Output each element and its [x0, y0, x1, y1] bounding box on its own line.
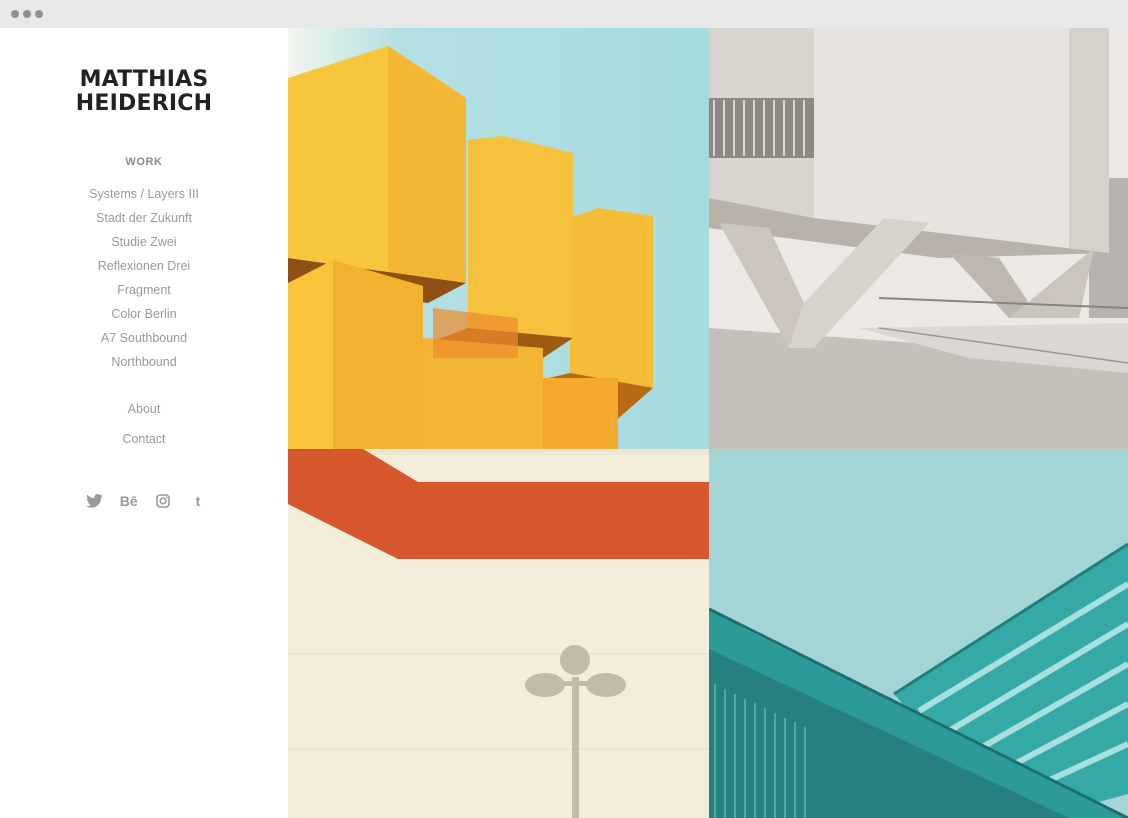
- nav-item-studie-zwei[interactable]: Studie Zwei: [0, 233, 288, 257]
- logo-line-2: HEIDERICH: [75, 91, 213, 116]
- sidebar: MATTHIAS HEIDERICH WORK Systems / Layers…: [0, 28, 288, 818]
- tumblr-icon[interactable]: t: [188, 492, 208, 510]
- logo-line-1: MATTHIAS: [79, 67, 209, 92]
- nav-item-color-berlin[interactable]: Color Berlin: [0, 305, 288, 329]
- gallery-image-yellow-cubes[interactable]: [288, 28, 709, 449]
- social-links: Bē t: [84, 492, 208, 510]
- teal-facade-photo: [709, 449, 1128, 818]
- orange-stripe-wall-photo: [288, 449, 709, 818]
- gallery-image-orange-stripe-wall[interactable]: [288, 449, 709, 818]
- close-window-button[interactable]: [11, 10, 19, 18]
- work-nav: Systems / Layers III Stadt der Zukunft S…: [0, 185, 288, 377]
- nav-item-fragment[interactable]: Fragment: [0, 281, 288, 305]
- yellow-cubes-photo: [288, 28, 709, 449]
- maximize-window-button[interactable]: [35, 10, 43, 18]
- gallery-image-teal-facade[interactable]: [709, 449, 1128, 818]
- window-controls: [11, 10, 43, 18]
- concrete-building-photo: [709, 28, 1128, 449]
- nav-item-reflexionen-drei[interactable]: Reflexionen Drei: [0, 257, 288, 281]
- nav-item-northbound[interactable]: Northbound: [0, 353, 288, 377]
- nav-item-stadt-der-zukunft[interactable]: Stadt der Zukunft: [0, 209, 288, 233]
- browser-titlebar: [0, 0, 1128, 28]
- behance-icon[interactable]: Bē: [119, 492, 139, 510]
- gallery-image-concrete-building[interactable]: [709, 28, 1128, 449]
- contact-link[interactable]: Contact: [0, 432, 288, 446]
- nav-item-a7-southbound[interactable]: A7 Southbound: [0, 329, 288, 353]
- about-link[interactable]: About: [0, 402, 288, 416]
- twitter-icon[interactable]: [84, 492, 104, 510]
- minimize-window-button[interactable]: [23, 10, 31, 18]
- work-heading: WORK: [125, 156, 163, 168]
- instagram-icon[interactable]: [153, 492, 173, 510]
- nav-item-systems-layers-iii[interactable]: Systems / Layers III: [0, 185, 288, 209]
- site-logo[interactable]: MATTHIAS HEIDERICH: [0, 68, 288, 116]
